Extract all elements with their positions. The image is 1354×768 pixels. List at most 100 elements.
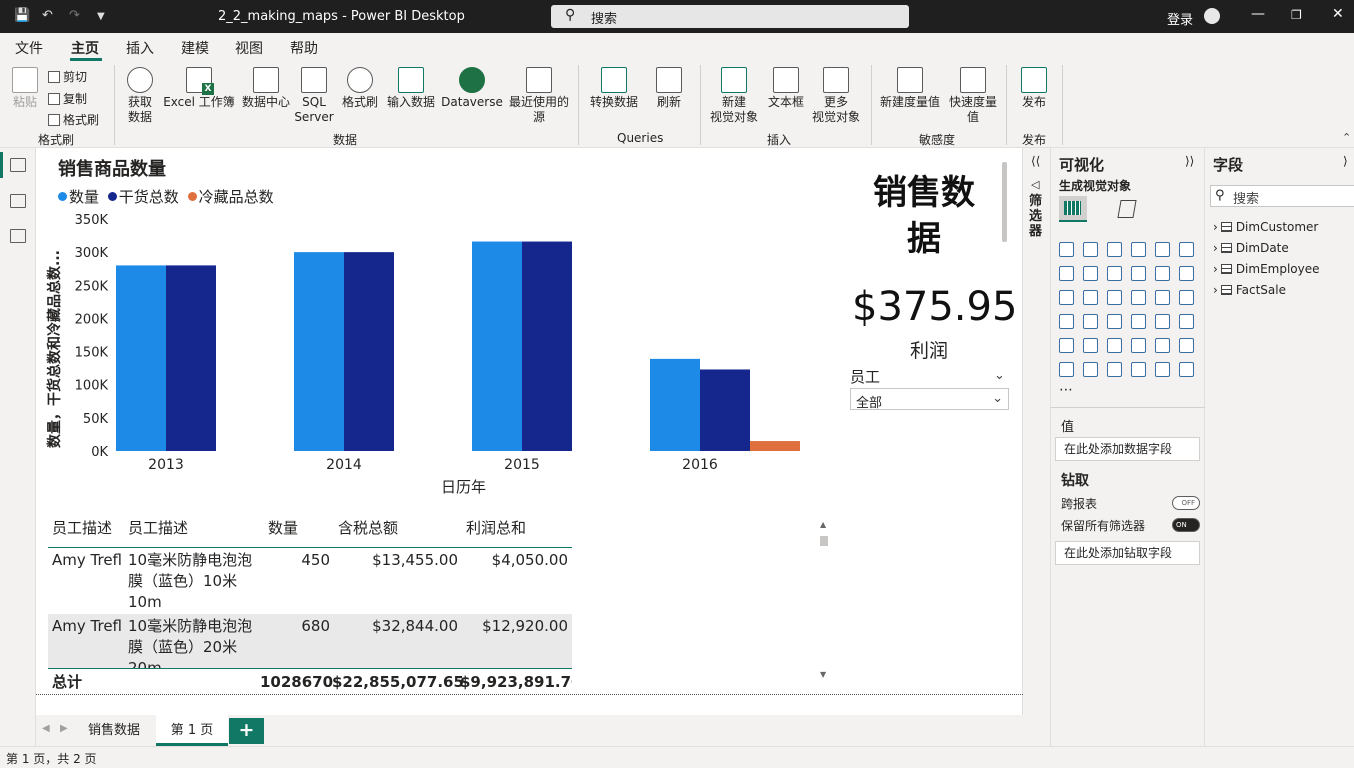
100-bar-icon[interactable] bbox=[1155, 242, 1170, 257]
visual-scrollbar[interactable] bbox=[1002, 162, 1007, 242]
gauge-icon[interactable] bbox=[1131, 314, 1146, 329]
100-column-icon[interactable] bbox=[1179, 242, 1194, 257]
menu-modeling[interactable]: 建模 bbox=[181, 38, 209, 58]
r-visual-icon[interactable] bbox=[1155, 338, 1170, 353]
bar-干货总数-2016[interactable] bbox=[700, 369, 750, 451]
chevron-left-icon[interactable]: ⟨⟨ bbox=[1031, 154, 1040, 168]
table-scrollbar[interactable]: ▲ ▼ bbox=[820, 520, 828, 682]
column-header[interactable]: 员工描述 bbox=[52, 518, 112, 539]
python-visual-icon[interactable] bbox=[1179, 338, 1194, 353]
table-view-icon[interactable] bbox=[10, 194, 26, 208]
employee-slicer-dropdown[interactable]: 全部 ⌄ bbox=[850, 388, 1009, 411]
chevron-right-icon[interactable]: ▶ bbox=[60, 723, 68, 734]
undo-icon[interactable]: ↶ bbox=[42, 8, 53, 23]
treemap-icon[interactable] bbox=[1155, 290, 1170, 305]
restore-icon[interactable]: ❐ bbox=[1291, 8, 1302, 22]
donut-icon[interactable] bbox=[1131, 290, 1146, 305]
get-data-button[interactable]: 获取 数据 bbox=[120, 67, 160, 125]
new-measure-button[interactable]: 新建度量值 bbox=[876, 67, 944, 110]
kpi-icon[interactable] bbox=[1059, 338, 1074, 353]
textbox-button[interactable]: 文本框 bbox=[764, 67, 808, 110]
refresh-button[interactable]: 刷新 bbox=[648, 67, 690, 110]
clustered-column-icon[interactable] bbox=[1131, 242, 1146, 257]
table-icon[interactable] bbox=[1107, 338, 1122, 353]
enter-data-button[interactable]: 输入数据 bbox=[383, 67, 439, 110]
table-row[interactable]: Amy Trefl 10毫米防静电泡泡 膜（蓝色）20米 20m 680 $32… bbox=[48, 614, 572, 668]
report-view-icon[interactable] bbox=[10, 158, 26, 172]
chevron-right-icon[interactable]: ⟩ bbox=[1343, 154, 1348, 168]
dataverse-button[interactable]: Dataverse bbox=[440, 67, 504, 110]
bar-干货总数-2014[interactable] bbox=[344, 252, 394, 451]
goals-icon[interactable] bbox=[1155, 362, 1170, 377]
signin-link[interactable]: 登录 bbox=[1167, 9, 1193, 28]
decomposition-icon[interactable] bbox=[1083, 362, 1098, 377]
multi-card-icon[interactable] bbox=[1179, 314, 1194, 329]
model-view-icon[interactable] bbox=[10, 229, 26, 243]
datahub-button[interactable]: 数据中心 bbox=[238, 67, 294, 110]
key-influencers-icon[interactable] bbox=[1059, 362, 1074, 377]
scroll-down-icon[interactable]: ▼ bbox=[820, 670, 826, 679]
recent-sources-button[interactable]: 最近使用的 源 bbox=[505, 67, 573, 125]
bar-干货总数-2013[interactable] bbox=[166, 265, 216, 451]
transform-data-button[interactable]: 转换数据 bbox=[585, 67, 643, 110]
collapse-ribbon-icon[interactable]: ⌃ bbox=[1342, 131, 1351, 144]
qa-icon[interactable] bbox=[1107, 362, 1122, 377]
format-painter-button[interactable]: 格式刷 bbox=[48, 111, 99, 128]
bar-冷藏品总数-2016[interactable] bbox=[750, 441, 800, 451]
close-icon[interactable]: ✕ bbox=[1332, 6, 1344, 22]
field-table-dimdate[interactable]: › DimDate bbox=[1213, 241, 1289, 255]
excel-workbook-button[interactable]: Excel 工作簿 bbox=[163, 67, 235, 110]
clustered-bar-icon[interactable] bbox=[1107, 242, 1122, 257]
format-visual-icon[interactable] bbox=[1117, 200, 1137, 218]
format-brush-button[interactable]: 格式刷 bbox=[338, 67, 382, 110]
waterfall-icon[interactable] bbox=[1179, 266, 1194, 281]
map-icon[interactable] bbox=[1179, 290, 1194, 305]
quick-measure-button[interactable]: 快速度量 值 bbox=[944, 67, 1002, 125]
field-table-factsale[interactable]: › FactSale bbox=[1213, 283, 1286, 297]
column-header[interactable]: 含税总额 bbox=[338, 518, 398, 539]
copy-button[interactable]: 复制 bbox=[48, 90, 87, 107]
paginated-icon[interactable] bbox=[1179, 362, 1194, 377]
cut-button[interactable]: 剪切 bbox=[48, 68, 87, 85]
ribbon-icon[interactable] bbox=[1155, 266, 1170, 281]
tab-page-1[interactable]: 第 1 页 bbox=[156, 715, 228, 746]
field-table-dimemployee[interactable]: › DimEmployee bbox=[1213, 262, 1320, 276]
scroll-up-icon[interactable]: ▲ bbox=[820, 520, 826, 529]
more-visuals-button[interactable]: 更多 视觉对象 bbox=[808, 67, 864, 125]
stacked-area-icon[interactable] bbox=[1107, 266, 1122, 281]
azure-map-icon[interactable] bbox=[1107, 314, 1122, 329]
bar-干货总数-2015[interactable] bbox=[522, 241, 572, 451]
field-table-dimcustomer[interactable]: › DimCustomer bbox=[1213, 220, 1318, 234]
pie-icon[interactable] bbox=[1107, 290, 1122, 305]
search-input[interactable]: ⚲ 搜索 bbox=[551, 5, 909, 28]
slicer-icon[interactable] bbox=[1083, 338, 1098, 353]
menu-file[interactable]: 文件 bbox=[15, 38, 43, 58]
scroll-thumb[interactable] bbox=[820, 536, 828, 546]
chevron-right-icon[interactable]: ⟩⟩ bbox=[1185, 154, 1194, 168]
chevron-down-icon[interactable]: ⌄ bbox=[994, 368, 1005, 383]
shape-map-icon[interactable] bbox=[1083, 314, 1098, 329]
bar-数量-2016[interactable] bbox=[650, 358, 700, 451]
bar-数量-2013[interactable] bbox=[116, 265, 166, 451]
column-header[interactable]: 利润总和 bbox=[466, 518, 526, 539]
minimize-icon[interactable]: — bbox=[1251, 6, 1265, 22]
avatar[interactable] bbox=[1204, 8, 1220, 24]
menu-help[interactable]: 帮助 bbox=[290, 38, 318, 58]
menu-home[interactable]: 主页 bbox=[71, 38, 99, 58]
narrative-icon[interactable] bbox=[1131, 362, 1146, 377]
menu-insert[interactable]: 插入 bbox=[126, 38, 154, 58]
filled-map-icon[interactable] bbox=[1059, 314, 1074, 329]
filters-pane-collapsed[interactable]: ⟨⟨ ◁ 筛选器 bbox=[1023, 148, 1051, 746]
stacked-bar-icon[interactable] bbox=[1059, 242, 1074, 257]
fields-search-input[interactable]: ⚲ 搜索 bbox=[1210, 185, 1354, 207]
table-row[interactable]: Amy Trefl 10毫米防静电泡泡 膜（蓝色）10米 10m 450 $13… bbox=[48, 550, 572, 614]
customize-quick-access-icon[interactable]: ▼ bbox=[97, 11, 105, 22]
bar-数量-2015[interactable] bbox=[472, 241, 522, 451]
keep-filters-toggle[interactable]: ON bbox=[1172, 518, 1200, 532]
chevron-left-icon[interactable]: ◀ bbox=[42, 723, 50, 734]
line-column-icon[interactable] bbox=[1131, 266, 1146, 281]
redo-icon[interactable]: ↷ bbox=[69, 8, 80, 23]
bar-数量-2014[interactable] bbox=[294, 252, 344, 451]
card-icon[interactable] bbox=[1155, 314, 1170, 329]
funnel-icon[interactable] bbox=[1059, 290, 1074, 305]
